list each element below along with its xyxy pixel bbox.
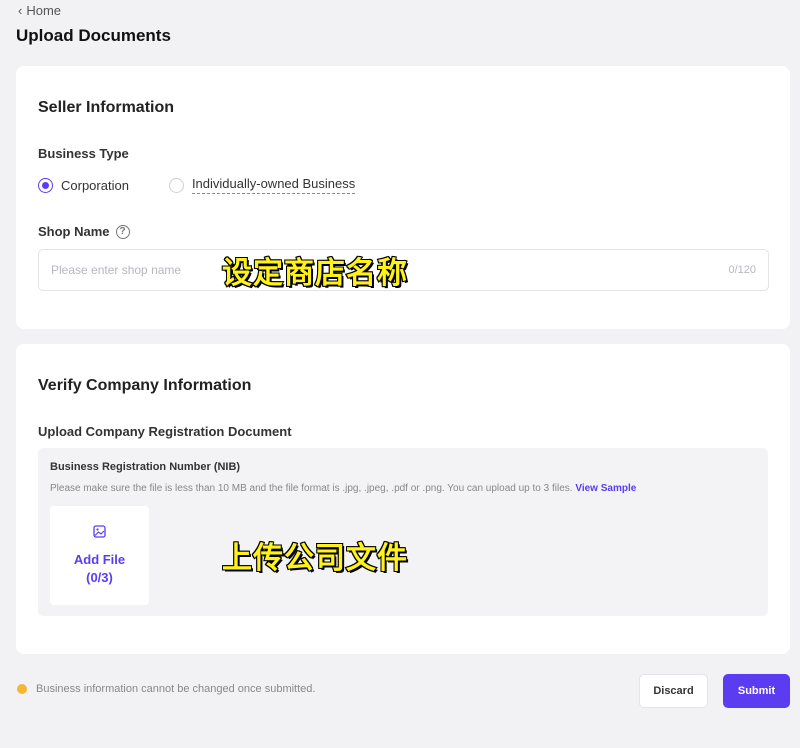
add-file-count: (0/3)	[86, 569, 113, 585]
shop-name-field[interactable]: 0/120	[38, 249, 769, 291]
help-circle-icon[interactable]: ?	[115, 224, 130, 239]
business-type-label: Business Type	[38, 146, 129, 161]
business-type-radio-group: Corporation Individually-owned Business	[38, 176, 356, 194]
nib-upload-panel: Business Registration Number (NIB) Pleas…	[38, 448, 768, 616]
nib-description-text: Please make sure the file is less than 1…	[50, 483, 573, 494]
upload-registration-label: Upload Company Registration Document	[38, 424, 292, 439]
image-icon	[93, 524, 106, 543]
shop-name-char-count: 0/120	[728, 264, 756, 276]
shop-name-label-row: Shop Name ?	[38, 224, 130, 239]
seller-information-card: Seller Information Business Type Corpora…	[16, 66, 790, 329]
radio-individually-owned-indicator[interactable]	[168, 177, 184, 193]
chevron-left-icon: ‹	[18, 3, 23, 18]
add-file-label: Add File	[73, 551, 126, 567]
footer-warning-text: Business information cannot be changed o…	[36, 683, 316, 695]
add-file-button[interactable]: Add File (0/3)	[50, 506, 149, 605]
view-sample-link[interactable]: View Sample	[575, 483, 636, 494]
warning-dot-icon	[17, 684, 27, 694]
verify-company-card: Verify Company Information Upload Compan…	[16, 344, 790, 654]
submit-button[interactable]: Submit	[723, 674, 790, 708]
radio-individually-owned-label: Individually-owned Business	[191, 176, 356, 194]
seller-section-title: Seller Information	[38, 99, 175, 116]
breadcrumb-label: Home	[26, 3, 62, 18]
shop-name-label: Shop Name	[38, 224, 110, 239]
radio-corporation-label: Corporation	[61, 177, 129, 193]
breadcrumb-home[interactable]: ‹ Home	[18, 3, 61, 18]
nib-title: Business Registration Number (NIB)	[50, 461, 241, 473]
verify-section-title: Verify Company Information	[38, 377, 252, 394]
radio-corporation[interactable]: Corporation	[38, 177, 129, 193]
footer-warning-note: Business information cannot be changed o…	[17, 683, 315, 695]
page-title: Upload Documents	[16, 26, 171, 45]
discard-button[interactable]: Discard	[639, 674, 708, 708]
nib-description: Please make sure the file is less than 1…	[50, 483, 636, 494]
radio-individually-owned[interactable]: Individually-owned Business	[168, 176, 356, 194]
radio-corporation-indicator[interactable]	[38, 177, 53, 193]
shop-name-input[interactable]	[51, 263, 729, 277]
